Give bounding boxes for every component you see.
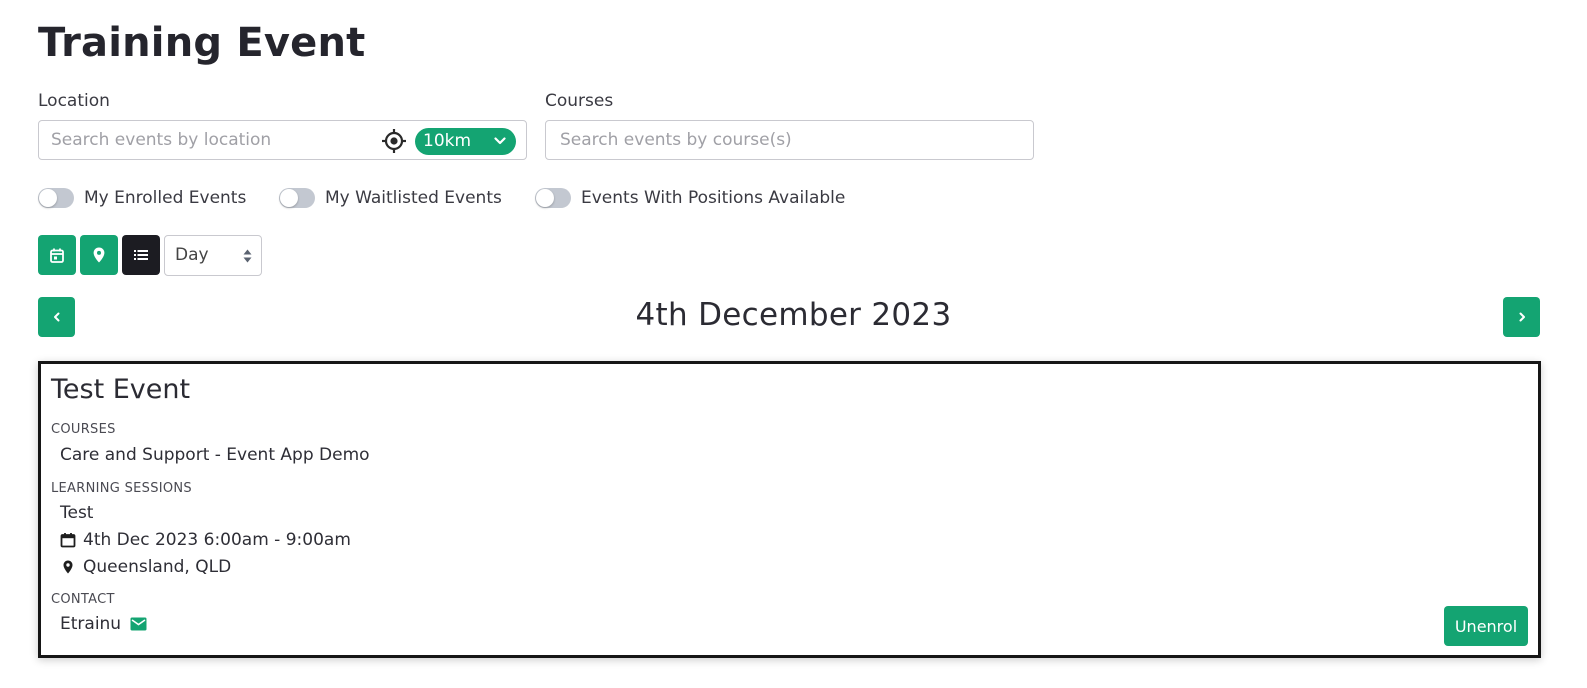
list-icon — [134, 250, 148, 260]
locate-target-icon[interactable] — [381, 128, 407, 154]
page-title: Training Event — [38, 20, 366, 66]
radius-dropdown[interactable]: 10km — [415, 128, 516, 155]
toggle-enrolled-events[interactable]: My Enrolled Events — [38, 186, 246, 210]
contact-name: Etrainu — [60, 614, 122, 634]
current-date-heading: 4th December 2023 — [635, 297, 952, 333]
radius-value: 10km — [423, 131, 472, 151]
period-select-value: Day — [175, 245, 209, 265]
session-datetime: 4th Dec 2023 6:00am - 9:00am — [60, 530, 351, 550]
session-location-text: Queensland, QLD — [83, 557, 232, 577]
toggle-label: Events With Positions Available — [581, 188, 846, 208]
toggle-switch[interactable] — [279, 188, 315, 208]
chevron-right-icon — [1519, 312, 1525, 322]
toggle-positions-available[interactable]: Events With Positions Available — [535, 186, 845, 210]
session-datetime-text: 4th Dec 2023 6:00am - 9:00am — [83, 530, 351, 550]
toggle-switch[interactable] — [535, 188, 571, 208]
map-view-button[interactable] — [80, 235, 118, 275]
calendar-view-button[interactable] — [38, 235, 76, 275]
mail-icon[interactable] — [130, 617, 147, 631]
contact-heading: CONTACT — [51, 592, 115, 607]
map-pin-icon — [93, 247, 105, 263]
courses-search-input[interactable] — [560, 129, 1020, 151]
courses-label: Courses — [545, 91, 614, 111]
event-card: Test Event COURSES Care and Support - Ev… — [38, 361, 1541, 658]
courses-heading: COURSES — [51, 422, 116, 437]
map-pin-icon — [63, 560, 73, 574]
courses-search-box — [545, 120, 1034, 160]
toggle-label: My Waitlisted Events — [325, 188, 502, 208]
toggle-label: My Enrolled Events — [84, 188, 247, 208]
toggle-switch[interactable] — [38, 188, 74, 208]
unenrol-button[interactable]: Unenrol — [1444, 606, 1528, 646]
next-date-button[interactable] — [1503, 297, 1540, 337]
toggle-waitlisted-events[interactable]: My Waitlisted Events — [279, 186, 502, 210]
list-view-button[interactable] — [122, 235, 160, 275]
event-title: Test Event — [51, 374, 191, 405]
calendar-icon — [60, 533, 76, 548]
calendar-icon — [50, 248, 64, 263]
period-select[interactable]: Day — [164, 235, 262, 276]
learning-sessions-heading: LEARNING SESSIONS — [51, 481, 192, 496]
location-label: Location — [38, 91, 110, 111]
session-location: Queensland, QLD — [60, 557, 231, 577]
contact-row: Etrainu — [60, 614, 147, 634]
chevron-down-icon — [494, 137, 506, 145]
location-search-input[interactable] — [51, 129, 371, 151]
session-name: Test — [60, 503, 94, 523]
location-search-box: 10km — [38, 120, 527, 160]
select-arrows-icon — [243, 249, 252, 263]
course-name: Care and Support - Event App Demo — [60, 445, 370, 465]
